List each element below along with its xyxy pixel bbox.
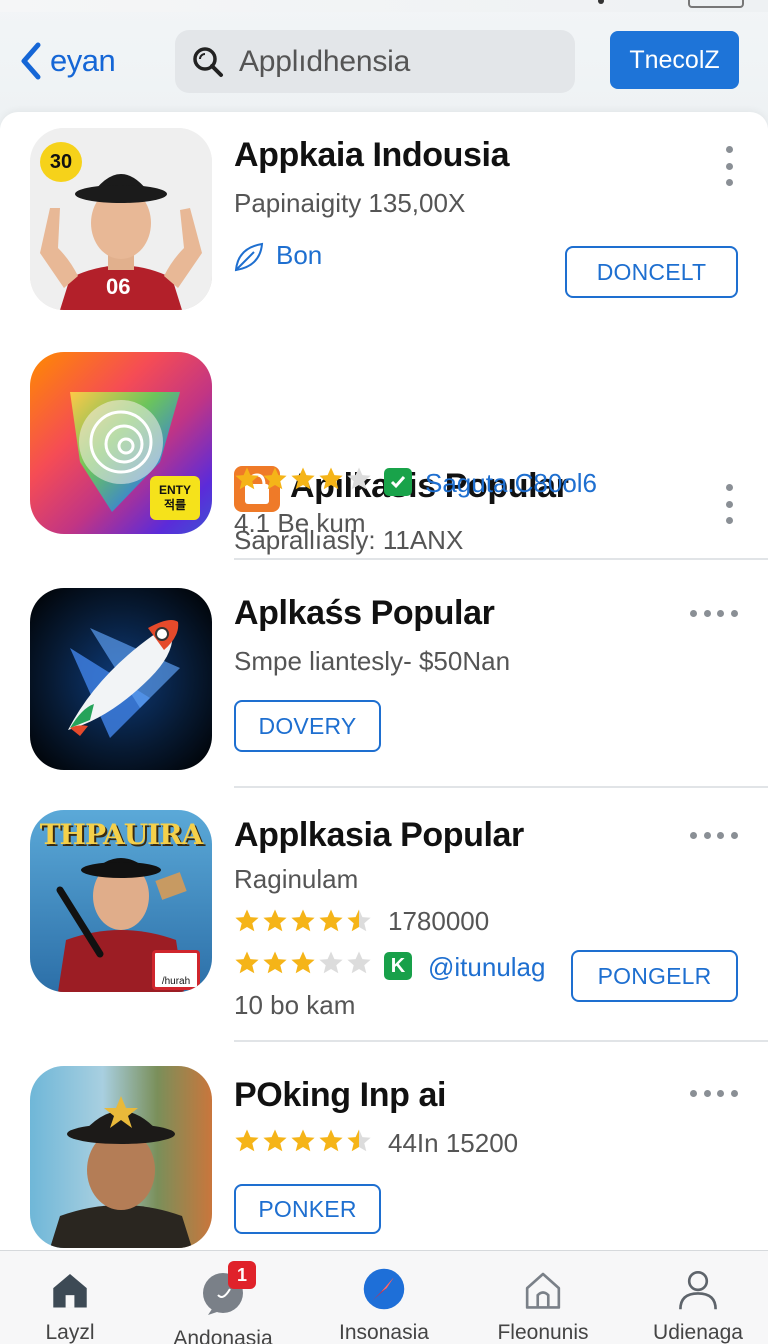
icon-banner: THPAUIRA — [39, 818, 204, 851]
icon-shirt-text: 06 — [106, 274, 131, 299]
divider — [234, 558, 768, 560]
star-icon — [263, 467, 287, 490]
icon-badge: ENTY 적를 — [150, 476, 200, 520]
status-bar — [0, 0, 768, 12]
k-badge-icon: K — [384, 952, 412, 980]
battery-icon — [688, 0, 744, 8]
leaf-icon — [234, 242, 264, 272]
star-icon — [291, 951, 315, 974]
star-icon — [263, 1129, 287, 1152]
star-icon — [319, 1129, 343, 1152]
rating-stars-secondary — [234, 950, 372, 976]
tab-label: Udienaga — [653, 1321, 743, 1344]
list-item[interactable]: Aplkaśs Popular Smpe liantesly- $50Nan D… — [0, 570, 768, 792]
rocket-icon — [68, 620, 180, 738]
chevron-left-icon — [21, 42, 41, 80]
rating-stars — [234, 466, 372, 492]
app-title: Aplkaśs Popular — [234, 594, 495, 632]
star-icon — [235, 1129, 259, 1152]
verified-icon — [384, 468, 412, 496]
tab-label: Insonasia — [339, 1321, 429, 1344]
star-icon — [347, 909, 371, 932]
person-icon — [679, 1270, 717, 1310]
compass-icon — [363, 1268, 405, 1310]
app-title: POking Inp ai — [234, 1076, 447, 1114]
search-text: Applıdhensia — [239, 44, 411, 78]
rating-count: 1780000 — [388, 906, 490, 936]
rating-count: 44In 15200 — [388, 1128, 519, 1158]
tab-home[interactable]: Layzl — [20, 1251, 120, 1344]
star-icon — [235, 951, 259, 974]
more-options-icon[interactable] — [690, 1088, 738, 1098]
list-item[interactable]: THPAUIRA /hurah Applkasia Popular Raginu… — [0, 798, 768, 1044]
house-outline-icon — [525, 1272, 561, 1309]
star-icon — [319, 951, 343, 974]
tab-explore[interactable]: Insonasia — [334, 1251, 434, 1344]
verified-text[interactable]: Saguta.C80ol6 — [425, 468, 597, 499]
star-icon — [263, 909, 287, 932]
notification-badge: 1 — [228, 1261, 256, 1289]
divider — [234, 786, 768, 788]
app-icon: 30 06 — [30, 128, 212, 310]
app-action-button[interactable]: DONCELT — [565, 246, 738, 298]
search-icon — [193, 46, 223, 77]
tab-house[interactable]: Fleonunis — [488, 1251, 598, 1344]
chat-icon: 1 — [198, 1261, 256, 1317]
icon-badge: 30 — [40, 142, 82, 182]
link-text[interactable]: @itunulag — [428, 952, 545, 983]
star-icon — [235, 909, 259, 932]
app-icon — [30, 1066, 212, 1248]
list-item[interactable]: ENTY 적를 Apılkasis Popular Saprallıasly: … — [0, 332, 768, 560]
star-icon — [347, 1129, 371, 1152]
app-subtitle: Raginulam — [234, 864, 359, 894]
divider — [234, 1040, 768, 1042]
back-button[interactable]: eyan — [18, 38, 116, 84]
review-count: 4.1 Be kum — [234, 508, 366, 538]
star-icon — [263, 951, 287, 974]
app-icon: THPAUIRA /hurah — [30, 810, 212, 992]
more-options-icon[interactable] — [690, 608, 738, 618]
star-icon — [291, 909, 315, 932]
app-title: Applkasia Popular — [234, 816, 524, 854]
star-icon — [347, 467, 371, 490]
app-subtitle: Smpe liantesly- $50Nan — [234, 646, 511, 676]
app-title: Appkaia Indousia — [234, 136, 510, 174]
home-icon — [53, 1274, 87, 1308]
star-icon — [319, 909, 343, 932]
list-item[interactable]: POking Inp ai PONKER — [0, 1052, 768, 1262]
app-publisher[interactable]: Bon — [276, 240, 322, 271]
app-action-button[interactable]: PONKER — [234, 1184, 381, 1234]
app-action-button[interactable]: DOVERY — [234, 700, 381, 752]
more-options-icon[interactable] — [690, 830, 738, 840]
app-subtitle: Papinaigity 135,00X — [234, 188, 466, 218]
rating-stars — [234, 908, 372, 934]
app-list: 30 06 Appkaia Indousia Papinaigity 135,0… — [0, 112, 768, 1262]
status-signal-icon — [598, 0, 604, 4]
more-options-icon[interactable] — [722, 146, 736, 186]
app-icon: ENTY 적를 — [30, 352, 212, 534]
star-icon — [291, 1129, 315, 1152]
rating-stars — [234, 1128, 372, 1154]
list-item[interactable]: 30 06 Appkaia Indousia Papinaigity 135,0… — [0, 112, 768, 332]
tab-label: Andonasia — [173, 1327, 273, 1344]
star-icon — [291, 467, 315, 490]
back-label: eyan — [50, 43, 116, 78]
top-action-button[interactable]: TnecolZ — [610, 31, 739, 89]
tab-label: Fleonunis — [497, 1321, 589, 1344]
tab-bar: Layzl 1 Andonasia Insonasia Fleonunis Ud… — [0, 1250, 768, 1344]
app-icon — [30, 588, 212, 770]
header: eyan Applıdhensia TnecolZ — [0, 22, 768, 102]
person-illustration — [50, 1096, 192, 1248]
star-icon — [319, 467, 343, 490]
star-icon — [235, 467, 259, 490]
tab-label: Layzl — [45, 1321, 95, 1344]
app-action-button[interactable]: PONGELR — [571, 950, 738, 1002]
tab-chat[interactable]: 1 Andonasia — [168, 1251, 278, 1344]
star-icon — [347, 951, 371, 974]
tab-profile[interactable]: Udienaga — [646, 1251, 750, 1344]
more-options-icon[interactable] — [722, 484, 736, 524]
review-count: 10 bo kam — [234, 990, 356, 1020]
search-input[interactable]: Applıdhensia — [175, 30, 575, 93]
icon-sticker: /hurah — [152, 950, 200, 990]
